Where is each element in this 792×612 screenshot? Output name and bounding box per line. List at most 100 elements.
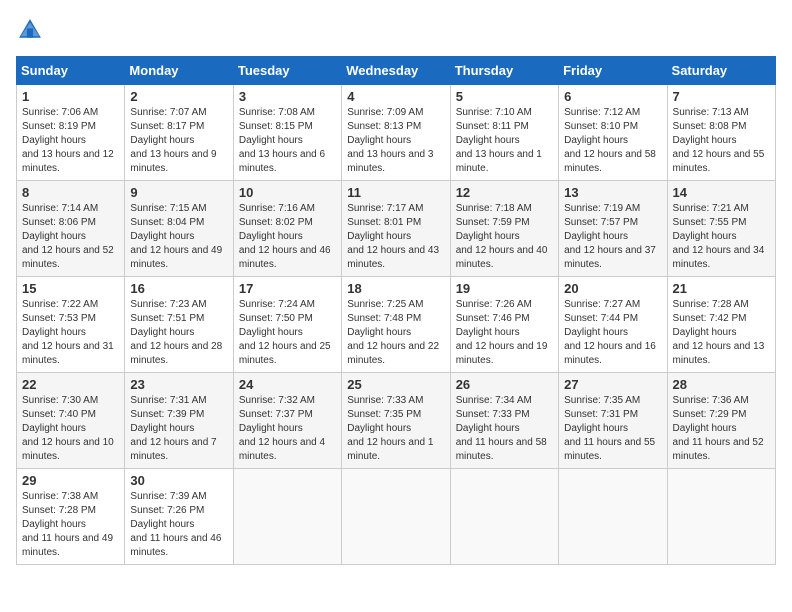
calendar-cell: 6 Sunrise: 7:12 AM Sunset: 8:10 PM Dayli… [559,85,667,181]
day-info: Sunrise: 7:34 AM Sunset: 7:33 PM Dayligh… [456,394,553,464]
day-info: Sunrise: 7:23 AM Sunset: 7:51 PM Dayligh… [130,298,227,368]
day-info: Sunrise: 7:30 AM Sunset: 7:40 PM Dayligh… [22,394,119,464]
day-number: 16 [130,281,227,296]
day-info: Sunrise: 7:32 AM Sunset: 7:37 PM Dayligh… [239,394,336,464]
calendar-week-row: 29 Sunrise: 7:38 AM Sunset: 7:28 PM Dayl… [17,469,776,565]
day-number: 19 [456,281,553,296]
day-info: Sunrise: 7:27 AM Sunset: 7:44 PM Dayligh… [564,298,661,368]
calendar-cell: 23 Sunrise: 7:31 AM Sunset: 7:39 PM Dayl… [125,373,233,469]
calendar-cell: 7 Sunrise: 7:13 AM Sunset: 8:08 PM Dayli… [667,85,775,181]
calendar-cell: 24 Sunrise: 7:32 AM Sunset: 7:37 PM Dayl… [233,373,341,469]
day-number: 12 [456,185,553,200]
day-info: Sunrise: 7:36 AM Sunset: 7:29 PM Dayligh… [673,394,770,464]
day-info: Sunrise: 7:35 AM Sunset: 7:31 PM Dayligh… [564,394,661,464]
day-info: Sunrise: 7:13 AM Sunset: 8:08 PM Dayligh… [673,106,770,176]
calendar-cell: 15 Sunrise: 7:22 AM Sunset: 7:53 PM Dayl… [17,277,125,373]
day-info: Sunrise: 7:19 AM Sunset: 7:57 PM Dayligh… [564,202,661,272]
day-number: 17 [239,281,336,296]
day-info: Sunrise: 7:21 AM Sunset: 7:55 PM Dayligh… [673,202,770,272]
calendar-cell: 11 Sunrise: 7:17 AM Sunset: 8:01 PM Dayl… [342,181,450,277]
day-number: 4 [347,89,444,104]
day-info: Sunrise: 7:28 AM Sunset: 7:42 PM Dayligh… [673,298,770,368]
day-number: 7 [673,89,770,104]
day-number: 21 [673,281,770,296]
calendar-cell: 16 Sunrise: 7:23 AM Sunset: 7:51 PM Dayl… [125,277,233,373]
day-info: Sunrise: 7:17 AM Sunset: 8:01 PM Dayligh… [347,202,444,272]
day-info: Sunrise: 7:09 AM Sunset: 8:13 PM Dayligh… [347,106,444,176]
day-number: 6 [564,89,661,104]
calendar-cell: 17 Sunrise: 7:24 AM Sunset: 7:50 PM Dayl… [233,277,341,373]
day-number: 29 [22,473,119,488]
day-number: 15 [22,281,119,296]
calendar-cell: 29 Sunrise: 7:38 AM Sunset: 7:28 PM Dayl… [17,469,125,565]
day-info: Sunrise: 7:25 AM Sunset: 7:48 PM Dayligh… [347,298,444,368]
day-info: Sunrise: 7:10 AM Sunset: 8:11 PM Dayligh… [456,106,553,176]
day-info: Sunrise: 7:06 AM Sunset: 8:19 PM Dayligh… [22,106,119,176]
calendar-cell: 13 Sunrise: 7:19 AM Sunset: 7:57 PM Dayl… [559,181,667,277]
calendar-week-row: 15 Sunrise: 7:22 AM Sunset: 7:53 PM Dayl… [17,277,776,373]
calendar-week-row: 22 Sunrise: 7:30 AM Sunset: 7:40 PM Dayl… [17,373,776,469]
calendar-cell: 2 Sunrise: 7:07 AM Sunset: 8:17 PM Dayli… [125,85,233,181]
col-saturday: Saturday [667,57,775,85]
day-number: 1 [22,89,119,104]
day-info: Sunrise: 7:16 AM Sunset: 8:02 PM Dayligh… [239,202,336,272]
day-info: Sunrise: 7:33 AM Sunset: 7:35 PM Dayligh… [347,394,444,464]
col-sunday: Sunday [17,57,125,85]
calendar-cell [342,469,450,565]
day-number: 25 [347,377,444,392]
logo-icon [16,16,44,44]
col-tuesday: Tuesday [233,57,341,85]
day-info: Sunrise: 7:18 AM Sunset: 7:59 PM Dayligh… [456,202,553,272]
calendar-cell: 10 Sunrise: 7:16 AM Sunset: 8:02 PM Dayl… [233,181,341,277]
day-info: Sunrise: 7:15 AM Sunset: 8:04 PM Dayligh… [130,202,227,272]
calendar-cell: 4 Sunrise: 7:09 AM Sunset: 8:13 PM Dayli… [342,85,450,181]
day-number: 11 [347,185,444,200]
day-number: 14 [673,185,770,200]
day-info: Sunrise: 7:38 AM Sunset: 7:28 PM Dayligh… [22,490,119,560]
day-number: 13 [564,185,661,200]
day-number: 22 [22,377,119,392]
calendar-cell: 25 Sunrise: 7:33 AM Sunset: 7:35 PM Dayl… [342,373,450,469]
day-info: Sunrise: 7:14 AM Sunset: 8:06 PM Dayligh… [22,202,119,272]
calendar-week-row: 8 Sunrise: 7:14 AM Sunset: 8:06 PM Dayli… [17,181,776,277]
day-number: 28 [673,377,770,392]
calendar-cell [559,469,667,565]
calendar-cell: 27 Sunrise: 7:35 AM Sunset: 7:31 PM Dayl… [559,373,667,469]
calendar-cell: 19 Sunrise: 7:26 AM Sunset: 7:46 PM Dayl… [450,277,558,373]
col-friday: Friday [559,57,667,85]
day-info: Sunrise: 7:31 AM Sunset: 7:39 PM Dayligh… [130,394,227,464]
calendar-cell: 20 Sunrise: 7:27 AM Sunset: 7:44 PM Dayl… [559,277,667,373]
calendar-header-row: Sunday Monday Tuesday Wednesday Thursday… [17,57,776,85]
day-info: Sunrise: 7:12 AM Sunset: 8:10 PM Dayligh… [564,106,661,176]
logo [16,16,48,44]
calendar-cell: 9 Sunrise: 7:15 AM Sunset: 8:04 PM Dayli… [125,181,233,277]
day-number: 3 [239,89,336,104]
calendar-week-row: 1 Sunrise: 7:06 AM Sunset: 8:19 PM Dayli… [17,85,776,181]
calendar-table: Sunday Monday Tuesday Wednesday Thursday… [16,56,776,565]
calendar-cell: 14 Sunrise: 7:21 AM Sunset: 7:55 PM Dayl… [667,181,775,277]
col-monday: Monday [125,57,233,85]
day-number: 9 [130,185,227,200]
day-number: 8 [22,185,119,200]
day-number: 5 [456,89,553,104]
col-thursday: Thursday [450,57,558,85]
day-number: 18 [347,281,444,296]
day-info: Sunrise: 7:22 AM Sunset: 7:53 PM Dayligh… [22,298,119,368]
calendar-cell: 22 Sunrise: 7:30 AM Sunset: 7:40 PM Dayl… [17,373,125,469]
day-number: 26 [456,377,553,392]
day-number: 23 [130,377,227,392]
calendar-cell: 3 Sunrise: 7:08 AM Sunset: 8:15 PM Dayli… [233,85,341,181]
calendar-cell: 5 Sunrise: 7:10 AM Sunset: 8:11 PM Dayli… [450,85,558,181]
calendar-cell: 21 Sunrise: 7:28 AM Sunset: 7:42 PM Dayl… [667,277,775,373]
day-info: Sunrise: 7:08 AM Sunset: 8:15 PM Dayligh… [239,106,336,176]
calendar-cell [233,469,341,565]
day-info: Sunrise: 7:26 AM Sunset: 7:46 PM Dayligh… [456,298,553,368]
calendar-cell: 28 Sunrise: 7:36 AM Sunset: 7:29 PM Dayl… [667,373,775,469]
calendar-cell: 26 Sunrise: 7:34 AM Sunset: 7:33 PM Dayl… [450,373,558,469]
calendar-cell [667,469,775,565]
calendar-cell: 30 Sunrise: 7:39 AM Sunset: 7:26 PM Dayl… [125,469,233,565]
day-number: 20 [564,281,661,296]
calendar-cell: 8 Sunrise: 7:14 AM Sunset: 8:06 PM Dayli… [17,181,125,277]
day-info: Sunrise: 7:39 AM Sunset: 7:26 PM Dayligh… [130,490,227,560]
day-info: Sunrise: 7:07 AM Sunset: 8:17 PM Dayligh… [130,106,227,176]
